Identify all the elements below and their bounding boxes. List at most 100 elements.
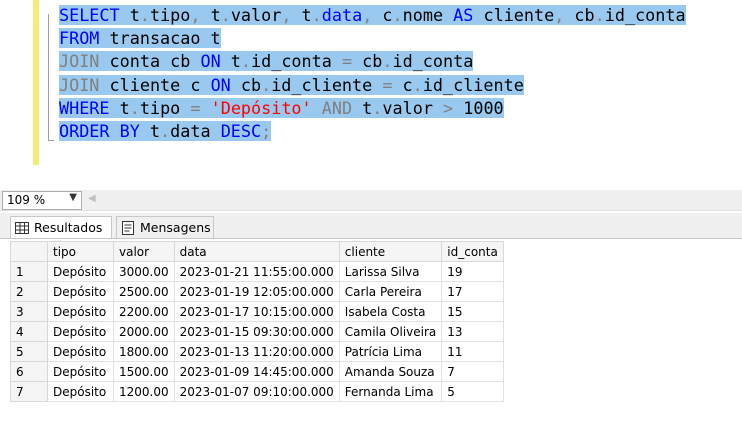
cell-data[interactable]: 2023-01-19 12:05:00.000	[173, 281, 340, 302]
code-selection: SELECT t.tipo, t.valor, t.data, c.nome A…	[59, 5, 686, 25]
grid-corner-header[interactable]	[10, 241, 48, 262]
cell-cliente[interactable]: Patrícia Lima	[338, 341, 443, 362]
scroll-left-arrow-icon[interactable]: ◀	[88, 193, 96, 204]
tab-results[interactable]: Resultados	[10, 216, 112, 238]
code-token: id_conta	[251, 51, 342, 72]
cell-id-conta[interactable]: 15	[441, 301, 505, 322]
cell-tipo[interactable]: Depósito	[47, 321, 114, 342]
column-header-id-conta[interactable]: id_conta	[441, 241, 505, 262]
results-grid[interactable]: tipo valor data cliente id_conta 1 Depósi…	[10, 241, 505, 402]
code-line[interactable]: JOIN cliente c ON cb.id_cliente = c.id_c…	[59, 74, 686, 97]
code-token: cliente c	[99, 74, 211, 95]
cell-tipo[interactable]: Depósito	[47, 381, 114, 402]
cell-data[interactable]: 2023-01-13 11:20:00.000	[173, 341, 340, 362]
code-line[interactable]: FROM transacao t	[59, 27, 686, 50]
row-number[interactable]: 2	[10, 281, 48, 302]
column-header-valor[interactable]: valor	[113, 241, 175, 262]
table-row[interactable]: 5 Depósito 1800.00 2023-01-13 11:20:00.000 P…	[10, 341, 505, 362]
cell-id-conta[interactable]: 5	[441, 381, 505, 402]
cell-valor[interactable]: 1800.00	[113, 341, 175, 362]
code-selection: JOIN cliente c ON cb.id_cliente = c.id_c…	[59, 74, 524, 95]
cell-data[interactable]: 2023-01-09 14:45:00.000	[173, 361, 340, 382]
cell-tipo[interactable]: Depósito	[47, 281, 114, 302]
code-line[interactable]: ORDER BY t.data DESC;	[59, 120, 686, 143]
table-row[interactable]: 6 Depósito 1500.00 2023-01-09 14:45:00.000 A…	[10, 361, 505, 382]
cell-tipo[interactable]: Depósito	[47, 261, 114, 282]
code-token: t	[291, 5, 312, 25]
grid-header-row: tipo valor data cliente id_conta	[10, 241, 505, 262]
query-editor[interactable]: SELECT t.tipo, t.valor, t.data, c.nome A…	[0, 0, 742, 188]
editor-margin	[0, 0, 33, 188]
code-token: valor	[382, 97, 444, 118]
cell-cliente[interactable]: Isabela Costa	[338, 301, 443, 322]
code-line[interactable]: SELECT t.tipo, t.valor, t.data, c.nome A…	[59, 4, 686, 27]
cell-id-conta[interactable]: 19	[441, 261, 505, 282]
code-selection: ORDER BY t.data DESC;	[59, 120, 272, 141]
row-number[interactable]: 1	[10, 261, 48, 282]
row-number[interactable]: 5	[10, 341, 48, 362]
row-number[interactable]: 6	[10, 361, 48, 382]
column-header-tipo[interactable]: tipo	[47, 241, 114, 262]
code-token: c	[392, 74, 413, 95]
cell-valor[interactable]: 1200.00	[113, 381, 175, 402]
cell-data[interactable]: 2023-01-07 09:10:00.000	[173, 381, 340, 402]
cell-valor[interactable]: 2000.00	[113, 321, 175, 342]
code-line[interactable]: JOIN conta cb ON t.id_conta = cb.id_cont…	[59, 50, 686, 73]
code-token: AS	[453, 5, 474, 25]
table-row[interactable]: 7 Depósito 1200.00 2023-01-07 09:10:00.000 F…	[10, 381, 505, 402]
cell-data[interactable]: 2023-01-17 10:15:00.000	[173, 301, 340, 322]
row-number[interactable]: 3	[10, 301, 48, 322]
cell-valor[interactable]: 2500.00	[113, 281, 175, 302]
cell-cliente[interactable]: Camila Oliveira	[338, 321, 443, 342]
code-token: t	[352, 97, 373, 118]
code-token: AND	[321, 97, 353, 118]
zoom-select[interactable]: 109 % ▼	[2, 191, 82, 210]
code-token: tipo	[139, 97, 191, 118]
cell-valor[interactable]: 2200.00	[113, 301, 175, 322]
cell-tipo[interactable]: Depósito	[47, 361, 114, 382]
chevron-down-icon[interactable]: ▼	[69, 192, 77, 203]
code-token: =	[341, 51, 353, 72]
results-tab-bar: Resultados Mensagens	[0, 213, 742, 238]
code-token: cb	[352, 51, 383, 72]
change-tracking-bar	[33, 0, 39, 165]
code-token: >	[443, 97, 454, 118]
column-header-cliente[interactable]: cliente	[338, 241, 443, 262]
grid-icon	[15, 221, 29, 234]
table-row[interactable]: 4 Depósito 2000.00 2023-01-15 09:30:00.000 C…	[10, 321, 505, 342]
cell-tipo[interactable]: Depósito	[47, 301, 114, 322]
code-token: .	[372, 97, 383, 118]
cell-id-conta[interactable]: 17	[441, 281, 505, 302]
cell-valor[interactable]: 3000.00	[113, 261, 175, 282]
cell-cliente[interactable]: Larissa Silva	[338, 261, 443, 282]
code-token: cb	[564, 5, 595, 25]
cell-id-conta[interactable]: 11	[441, 341, 505, 362]
cell-valor[interactable]: 1500.00	[113, 361, 175, 382]
column-header-data[interactable]: data	[173, 241, 340, 262]
row-number[interactable]: 4	[10, 321, 48, 342]
code-token: FROM	[59, 28, 100, 49]
cell-cliente[interactable]: Amanda Souza	[338, 361, 443, 382]
table-row[interactable]: 1 Depósito 3000.00 2023-01-21 11:55:00.000 L…	[10, 261, 505, 282]
sql-code[interactable]: SELECT t.tipo, t.valor, t.data, c.nome A…	[59, 4, 686, 143]
code-token: .	[412, 74, 423, 95]
cell-data[interactable]: 2023-01-21 11:55:00.000	[173, 261, 340, 282]
editor-status-strip: 109 % ▼ ◀	[0, 190, 742, 211]
code-token: valor	[230, 5, 282, 25]
table-row[interactable]: 3 Depósito 2200.00 2023-01-17 10:15:00.000 I…	[10, 301, 505, 322]
cell-data[interactable]: 2023-01-15 09:30:00.000	[173, 321, 340, 342]
cell-id-conta[interactable]: 7	[441, 361, 505, 382]
code-token: t	[139, 120, 161, 141]
cell-cliente[interactable]: Fernanda Lima	[338, 381, 443, 402]
row-number[interactable]: 7	[10, 381, 48, 402]
code-token: tipo	[149, 5, 191, 25]
code-token: .	[382, 51, 393, 72]
table-row[interactable]: 2 Depósito 2500.00 2023-01-19 12:05:00.000 C…	[10, 281, 505, 302]
cell-cliente[interactable]: Carla Pereira	[338, 281, 443, 302]
cell-id-conta[interactable]: 13	[441, 321, 505, 342]
code-token: id_conta	[392, 51, 474, 72]
tab-messages[interactable]: Mensagens	[116, 216, 214, 238]
code-line[interactable]: WHERE t.tipo = 'Depósito' AND t.valor > …	[59, 97, 686, 120]
code-token: cb	[230, 74, 262, 95]
cell-tipo[interactable]: Depósito	[47, 341, 114, 362]
